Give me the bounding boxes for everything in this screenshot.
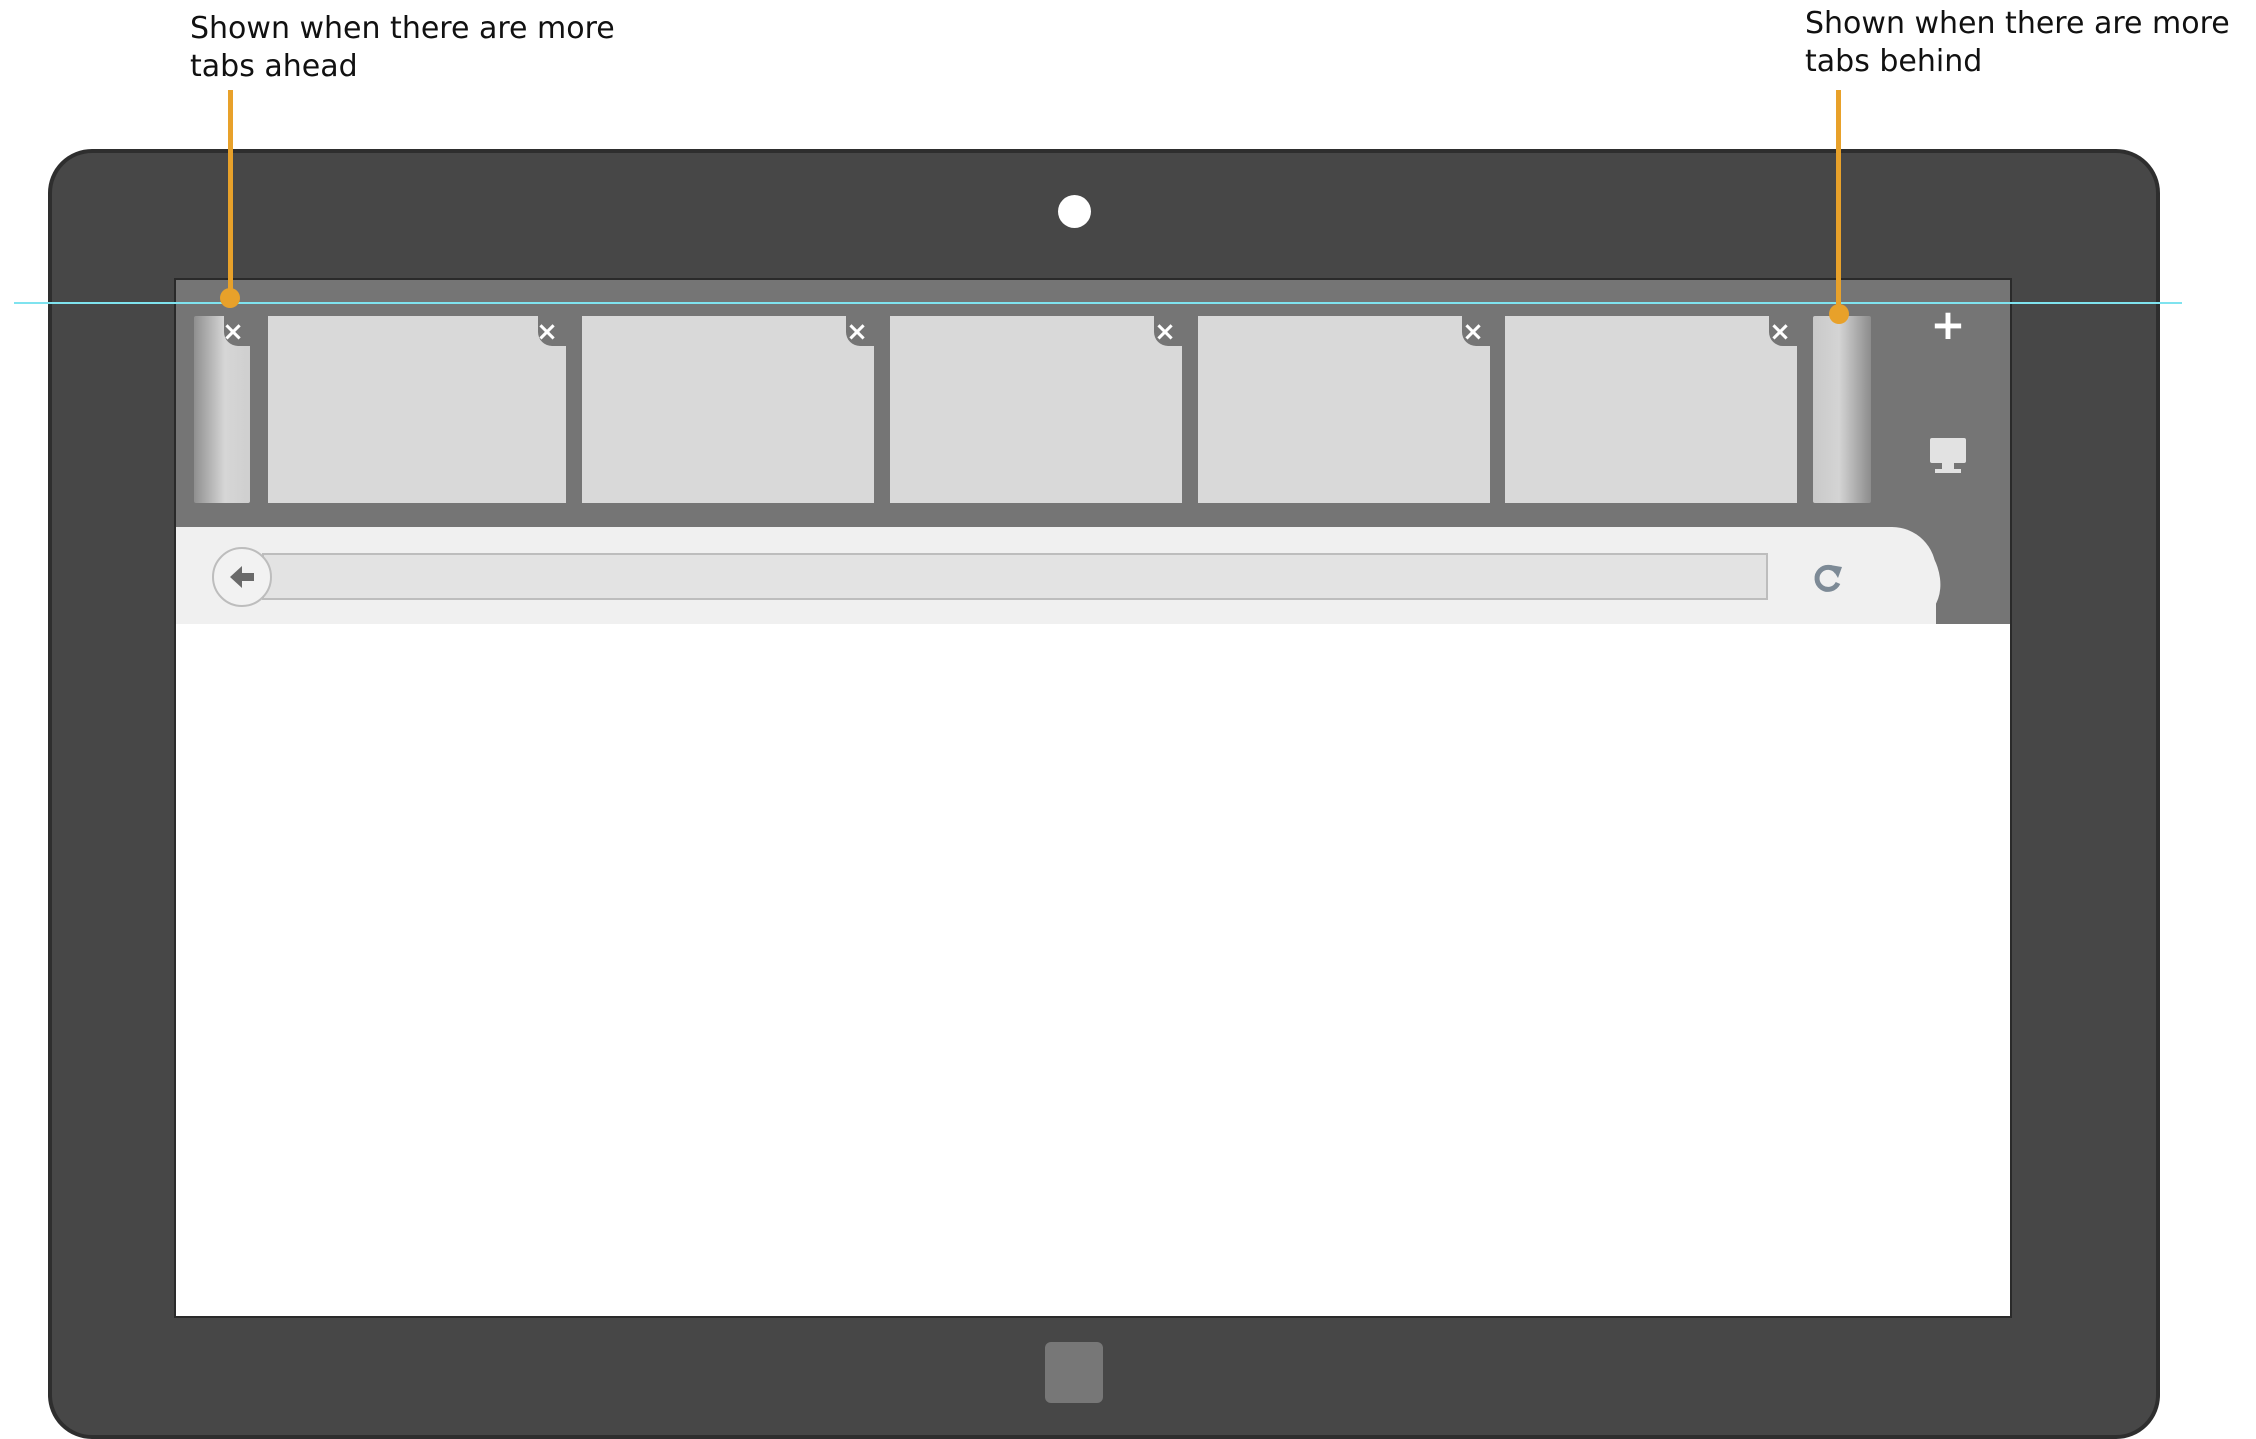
- monitor-screen-part: [1930, 438, 1966, 463]
- arrow-left-icon: [230, 566, 254, 588]
- guide-line: [14, 302, 2182, 304]
- leader-line-behind: [1836, 90, 1841, 312]
- new-tab-button[interactable]: +: [1928, 303, 1968, 347]
- reload-icon: [1814, 564, 1842, 592]
- back-button[interactable]: [212, 547, 272, 607]
- camera-icon: [1058, 195, 1091, 228]
- monitor-base-part: [1935, 469, 1961, 473]
- close-icon[interactable]: ×: [1459, 318, 1487, 346]
- close-icon[interactable]: ×: [533, 318, 561, 346]
- close-icon[interactable]: ×: [1766, 318, 1794, 346]
- home-button[interactable]: [1045, 1342, 1103, 1403]
- tab[interactable]: [582, 316, 874, 503]
- tab[interactable]: [1505, 316, 1797, 503]
- leader-dot-behind: [1829, 304, 1849, 324]
- annotation-tabs-behind: Shown when there are more tabs behind: [1805, 6, 2230, 79]
- leader-dot-ahead: [220, 288, 240, 308]
- monitor-icon[interactable]: [1930, 438, 1968, 474]
- close-icon[interactable]: ×: [843, 318, 871, 346]
- partial-tab-behind[interactable]: [1813, 316, 1871, 503]
- address-bar[interactable]: [262, 553, 1768, 600]
- reload-button[interactable]: [1810, 559, 1846, 595]
- close-icon[interactable]: ×: [1151, 318, 1179, 346]
- annotation-tabs-ahead: Shown when there are more tabs ahead: [190, 11, 615, 84]
- tab[interactable]: [1198, 316, 1490, 503]
- close-icon[interactable]: ×: [219, 318, 247, 346]
- tab[interactable]: [890, 316, 1182, 503]
- tab[interactable]: [268, 316, 566, 503]
- leader-line-ahead: [228, 90, 233, 296]
